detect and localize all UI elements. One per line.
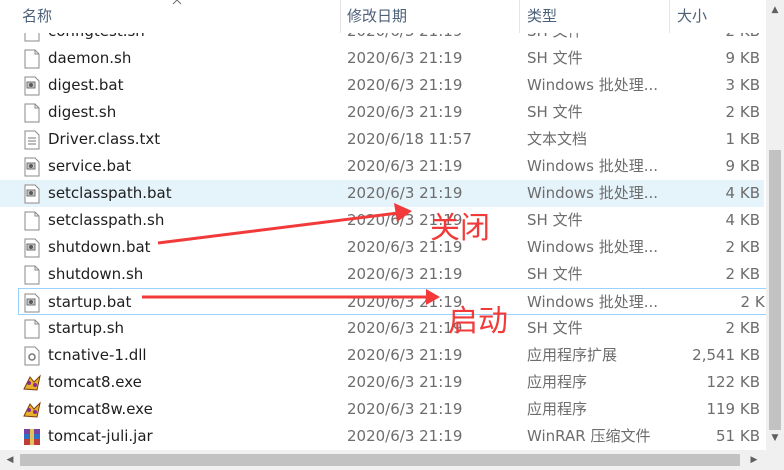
shutdown-arrowhead xyxy=(394,203,412,222)
shutdown-annotation: 关闭 xyxy=(430,211,490,246)
startup-arrowhead xyxy=(426,289,440,305)
annotation-arrows xyxy=(142,203,440,305)
shutdown-arrow xyxy=(157,211,399,245)
startup-annotation: 启动 xyxy=(448,304,508,339)
